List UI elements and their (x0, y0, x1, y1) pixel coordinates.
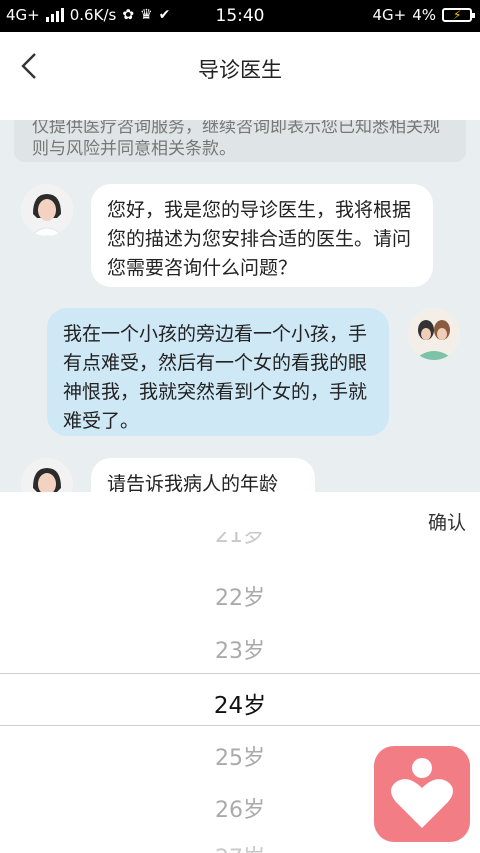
network-type-right: 4G+ (372, 6, 407, 24)
status-bar: 4G+ 0.6K/s ✿ ♛ ✔ 15:40 4G+ 4% ⚡ (0, 0, 480, 32)
nav-header: 导诊医生 (0, 32, 480, 120)
doctor-message: 您好，我是您的导诊医生，我将根据您的描述为您安排合适的医生。请问您需要咨询什么问… (91, 184, 433, 287)
picker-option[interactable]: 22岁 (0, 580, 480, 612)
battery-percent: 4% (412, 6, 436, 24)
status-right: 4G+ 4% ⚡ (372, 6, 475, 24)
doctor-message: 请告诉我病人的年龄 (91, 458, 315, 492)
doctor-avatar (21, 184, 73, 236)
notice-banner: 仅提供医疗咨询服务，继续咨询即表示您已知悉相关规则与风险并同意相关条款。 (14, 120, 466, 162)
chat-area[interactable]: 仅提供医疗咨询服务，继续咨询即表示您已知悉相关规则与风险并同意相关条款。 您好，… (0, 120, 480, 492)
doctor-avatar (21, 458, 73, 492)
heart-person-icon (391, 758, 453, 828)
picker-option[interactable]: 21岁 (0, 532, 480, 546)
battery-icon: ⚡ (442, 8, 475, 22)
selection-bottom-line (0, 725, 480, 726)
user-avatar (408, 308, 460, 360)
user-message: 我在一个小孩的旁边看一个小孩，手有点难受，然后有一个女的看我的眼神恨我，我就突然… (47, 308, 389, 436)
floating-app-button[interactable] (374, 746, 470, 842)
picker-option[interactable]: 23岁 (0, 633, 480, 665)
page-title: 导诊医生 (198, 58, 282, 82)
selection-top-line (0, 673, 480, 674)
confirm-button[interactable]: 确认 (428, 508, 466, 535)
picker-option-selected[interactable]: 24岁 (0, 686, 480, 720)
